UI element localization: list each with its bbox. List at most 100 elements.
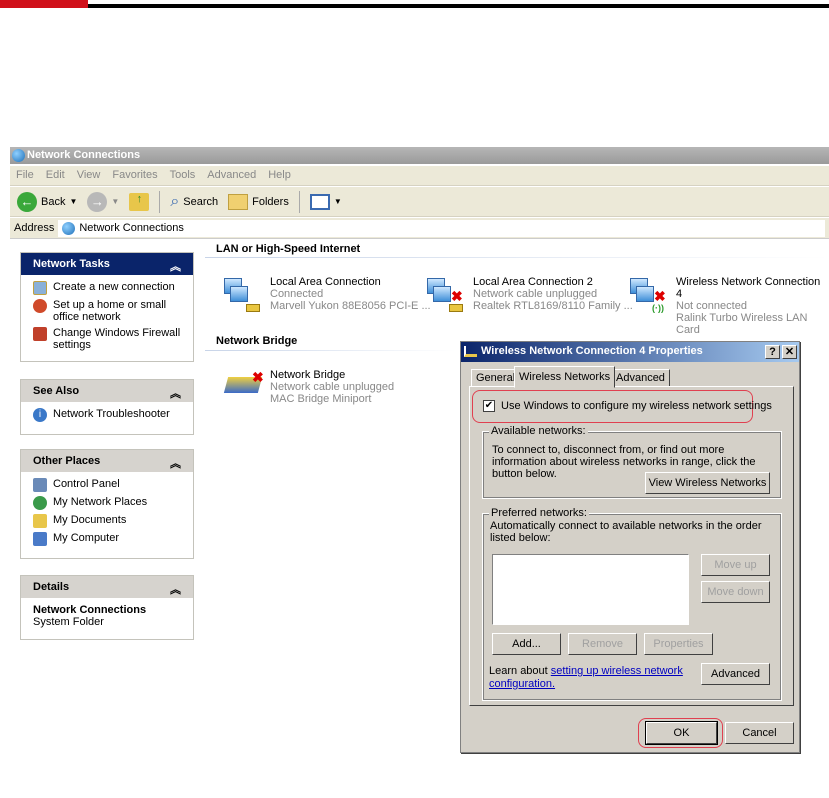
back-button[interactable]: ← Back ▼ bbox=[14, 191, 80, 212]
see-also-header[interactable]: See Also ︽ bbox=[21, 380, 193, 402]
collapse-icon: ︽ bbox=[170, 388, 181, 400]
connection-device: Ralink Turbo Wireless LAN Card bbox=[676, 312, 808, 336]
preferred-networks-list[interactable] bbox=[492, 554, 689, 625]
properties-button[interactable]: Properties bbox=[644, 633, 713, 655]
task-home-network[interactable]: Set up a home or small office network bbox=[33, 299, 181, 323]
address-label: Address bbox=[14, 222, 55, 234]
link-label: My Documents bbox=[53, 514, 127, 526]
forward-arrow-icon: → bbox=[87, 191, 108, 212]
section-lan-title: LAN or High-Speed Internet bbox=[216, 243, 361, 255]
folders-label: Folders bbox=[252, 195, 289, 208]
details-name: Network Connections bbox=[33, 604, 147, 616]
dropdown-arrow-icon: ▼ bbox=[333, 197, 342, 206]
address-value: Network Connections bbox=[79, 222, 184, 234]
network-tasks-header[interactable]: Network Tasks ︽ bbox=[21, 253, 193, 275]
menu-tools[interactable]: Tools bbox=[170, 169, 196, 182]
connection-device: MAC Bridge Miniport bbox=[270, 393, 372, 405]
back-arrow-icon: ← bbox=[17, 191, 37, 212]
panel-title: Details bbox=[33, 581, 70, 593]
menu-help[interactable]: Help bbox=[268, 169, 291, 182]
section-divider bbox=[205, 257, 829, 258]
cancel-button[interactable]: Cancel bbox=[725, 722, 794, 744]
documents-icon bbox=[33, 514, 47, 528]
my-documents-link[interactable]: My Documents bbox=[33, 514, 181, 528]
folders-icon bbox=[228, 193, 249, 210]
close-button[interactable]: ✕ bbox=[782, 345, 797, 359]
preferred-networks-text: Automatically connect to available netwo… bbox=[490, 520, 762, 544]
toolbar-separator bbox=[298, 190, 300, 213]
connection-local-area[interactable]: Local Area Connection Connected Marvell Yu… bbox=[220, 276, 431, 316]
menu-file[interactable]: File bbox=[16, 169, 34, 182]
task-firewall[interactable]: Change Windows Firewall settings bbox=[33, 327, 181, 351]
dialog-title-bar: Wireless Network Connection 4 Properties bbox=[461, 342, 799, 362]
add-button[interactable]: Add... bbox=[492, 633, 561, 655]
new-connection-icon bbox=[33, 281, 47, 295]
wireless-disconnected-icon: ✖ (·)) bbox=[626, 276, 670, 316]
control-panel-icon bbox=[33, 478, 47, 492]
checkbox-label: Use Windows to configure my wireless net… bbox=[501, 400, 772, 412]
details-panel: Details ︽ Network Connections System Folde… bbox=[20, 575, 194, 640]
network-connections-icon bbox=[12, 149, 25, 162]
firewall-icon bbox=[33, 327, 47, 341]
collapse-icon: ︽ bbox=[170, 584, 181, 596]
network-adapter-icon bbox=[464, 346, 477, 357]
back-label: Back bbox=[41, 195, 66, 208]
connection-status: Network cable unplugged bbox=[473, 288, 598, 300]
section-divider bbox=[205, 350, 455, 351]
connection-device: Realtek RTL8169/8110 Family ... bbox=[473, 300, 633, 312]
use-windows-config-checkbox[interactable]: ✔ Use Windows to configure my wireless n… bbox=[483, 400, 772, 412]
menu-edit[interactable]: Edit bbox=[46, 169, 65, 182]
menu-favorites[interactable]: Favorites bbox=[112, 169, 157, 182]
control-panel-link[interactable]: Control Panel bbox=[33, 478, 181, 492]
panel-title: Network Tasks bbox=[33, 258, 110, 270]
learn-prefix: Learn about bbox=[489, 665, 551, 677]
task-create-connection[interactable]: Create a new connection bbox=[33, 281, 181, 295]
checkmark-icon: ✔ bbox=[483, 400, 495, 412]
connection-network-bridge[interactable]: ✖ Network Bridge Network cable unplugged M… bbox=[223, 369, 394, 405]
remove-button[interactable]: Remove bbox=[568, 633, 637, 655]
link-label: Network Troubleshooter bbox=[53, 408, 170, 420]
help-button[interactable]: ? bbox=[765, 345, 780, 359]
tab-wireless-networks[interactable]: Wireless Networks bbox=[514, 366, 616, 388]
move-up-button[interactable]: Move up bbox=[701, 554, 770, 576]
header-red-bar bbox=[0, 0, 88, 8]
network-connections-icon bbox=[62, 221, 76, 235]
views-button[interactable]: ▼ bbox=[307, 193, 345, 210]
details-header[interactable]: Details ︽ bbox=[21, 576, 193, 598]
folders-button[interactable]: Folders bbox=[225, 193, 292, 210]
wireless-properties-dialog: Wireless Network Connection 4 Properties… bbox=[460, 341, 800, 753]
section-bridge-title: Network Bridge bbox=[216, 335, 298, 347]
network-troubleshooter-link[interactable]: i Network Troubleshooter bbox=[33, 408, 181, 422]
forward-button[interactable]: → ▼ bbox=[84, 191, 122, 212]
preferred-networks-label: Preferred networks: bbox=[489, 507, 589, 519]
toolbar-separator bbox=[159, 190, 161, 213]
menu-view[interactable]: View bbox=[77, 169, 101, 182]
dropdown-arrow-icon: ▼ bbox=[111, 197, 120, 206]
link-label: My Computer bbox=[53, 532, 120, 544]
advanced-button[interactable]: Advanced bbox=[701, 663, 770, 685]
connection-status: Not connected bbox=[676, 300, 747, 312]
tab-general[interactable]: General bbox=[471, 369, 521, 387]
tab-advanced[interactable]: Advanced bbox=[611, 369, 670, 387]
learn-about-text: Learn about setting up wireless network … bbox=[489, 665, 689, 691]
connection-wireless-4[interactable]: ✖ (·)) Wireless Network Connection 4 Not c… bbox=[626, 276, 829, 336]
ok-button[interactable]: OK bbox=[645, 721, 718, 745]
other-places-header[interactable]: Other Places ︽ bbox=[21, 450, 193, 472]
collapse-icon: ︽ bbox=[170, 261, 181, 273]
collapse-icon: ︽ bbox=[170, 458, 181, 470]
task-label: Change Windows Firewall settings bbox=[53, 327, 181, 351]
my-computer-link[interactable]: My Computer bbox=[33, 532, 181, 546]
address-bar: Address Network Connections bbox=[10, 218, 829, 239]
my-network-places-link[interactable]: My Network Places bbox=[33, 496, 181, 510]
move-down-button[interactable]: Move down bbox=[701, 581, 770, 603]
header-rule bbox=[88, 4, 829, 8]
home-network-icon bbox=[33, 299, 47, 313]
task-label: Create a new connection bbox=[53, 281, 175, 293]
search-button[interactable]: ⌕ Search bbox=[167, 193, 221, 211]
up-folder-button[interactable]: ↑ bbox=[126, 192, 152, 211]
address-input[interactable]: Network Connections bbox=[58, 219, 825, 237]
connection-local-area-2[interactable]: ✖ Local Area Connection 2 Network cable u… bbox=[423, 276, 633, 316]
view-wireless-networks-button[interactable]: View Wireless Networks bbox=[645, 472, 770, 494]
dropdown-arrow-icon: ▼ bbox=[69, 197, 78, 206]
menu-advanced[interactable]: Advanced bbox=[207, 169, 256, 182]
